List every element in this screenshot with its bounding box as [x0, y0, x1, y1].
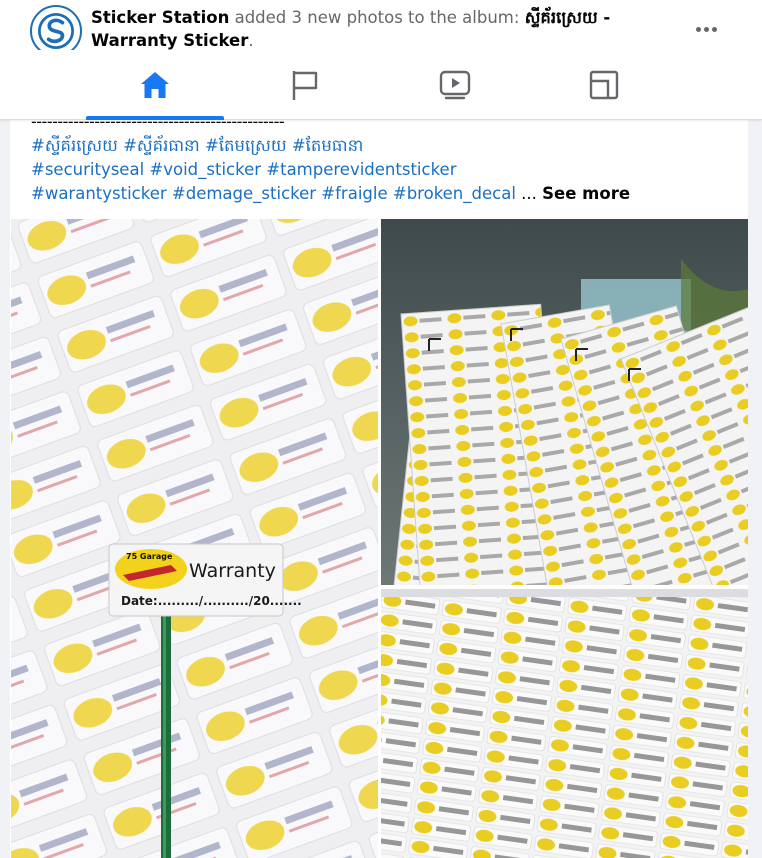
gaming-icon: [589, 70, 619, 100]
post-action-text: added 3 new photos to the album:: [229, 8, 525, 27]
more-options-button[interactable]: [688, 14, 724, 44]
tab-home[interactable]: [86, 50, 224, 120]
post-header: Sticker Station added 3 new photos to th…: [0, 0, 762, 57]
active-tab-indicator: [86, 116, 224, 120]
tab-pages[interactable]: [236, 50, 374, 120]
home-icon: [141, 72, 169, 98]
album-photo-3[interactable]: [381, 589, 748, 858]
post-hashtags: #ស្ទីគ័រស្រេយ #ស្ទីគ័រធានា #តែមស្រេយ #តែ…: [31, 134, 731, 206]
album-photo-1[interactable]: 75 Garage Warranty Date:........./......…: [11, 219, 378, 858]
see-more-link[interactable]: See more: [542, 184, 630, 203]
hashtag-link[interactable]: #broken_decal: [393, 184, 516, 203]
sign-brand: 75 Garage: [126, 552, 173, 561]
top-nav-bar: [0, 50, 762, 120]
hashtag-row: #warantysticker #demage_sticker #fraigle…: [31, 182, 731, 206]
hashtag-link[interactable]: #demage_sticker: [172, 184, 316, 203]
tab-watch[interactable]: [386, 50, 524, 120]
hashtag-row: #securityseal #void_sticker #tamperevide…: [31, 158, 731, 182]
fanned-sticker-sheets-image: [381, 219, 748, 585]
post-header-text: Sticker Station added 3 new photos to th…: [91, 6, 681, 52]
video-play-icon: [439, 70, 471, 100]
hashtag-link[interactable]: #securityseal: [31, 160, 144, 179]
truncation-ellipsis: ...: [521, 184, 537, 203]
hashtag-link[interactable]: #ស្ទីគ័រស្រេយ: [31, 136, 118, 155]
sign-title: Warranty: [189, 560, 276, 582]
hashtag-link[interactable]: #void_sticker: [149, 160, 261, 179]
sticker-sheet-with-sign-image: 75 Garage Warranty Date:........./......…: [11, 219, 378, 858]
album-photo-2[interactable]: [381, 219, 748, 585]
hashtag-row: #ស្ទីគ័រស្រេយ #ស្ទីគ័រធានា #តែមស្រេយ #តែ…: [31, 134, 731, 158]
header-period: .: [248, 31, 254, 50]
page-name-link[interactable]: Sticker Station: [91, 8, 229, 27]
hashtag-link[interactable]: #តែមស្រេយ: [205, 136, 287, 155]
hashtag-link[interactable]: #តែមធានា: [292, 136, 363, 155]
sticker-sheet-closeup-image: [381, 589, 748, 858]
hashtag-link[interactable]: #ស្ទីគ័រធានា: [123, 136, 200, 155]
more-dot-icon: [711, 26, 717, 32]
more-dot-icon: [703, 26, 709, 32]
sign-date-line: Date:........./........../20.......: [121, 594, 302, 608]
warranty-sign: 75 Garage Warranty Date:........./......…: [108, 543, 302, 617]
hashtag-link[interactable]: #warantysticker: [31, 184, 167, 203]
hashtag-link[interactable]: #fraigle: [321, 184, 387, 203]
sticker-station-logo: [33, 8, 79, 54]
hashtag-link[interactable]: #tamperevidentsticker: [266, 160, 456, 179]
flag-icon: [292, 71, 318, 100]
more-dot-icon: [695, 26, 701, 32]
tab-gaming[interactable]: [535, 50, 673, 120]
